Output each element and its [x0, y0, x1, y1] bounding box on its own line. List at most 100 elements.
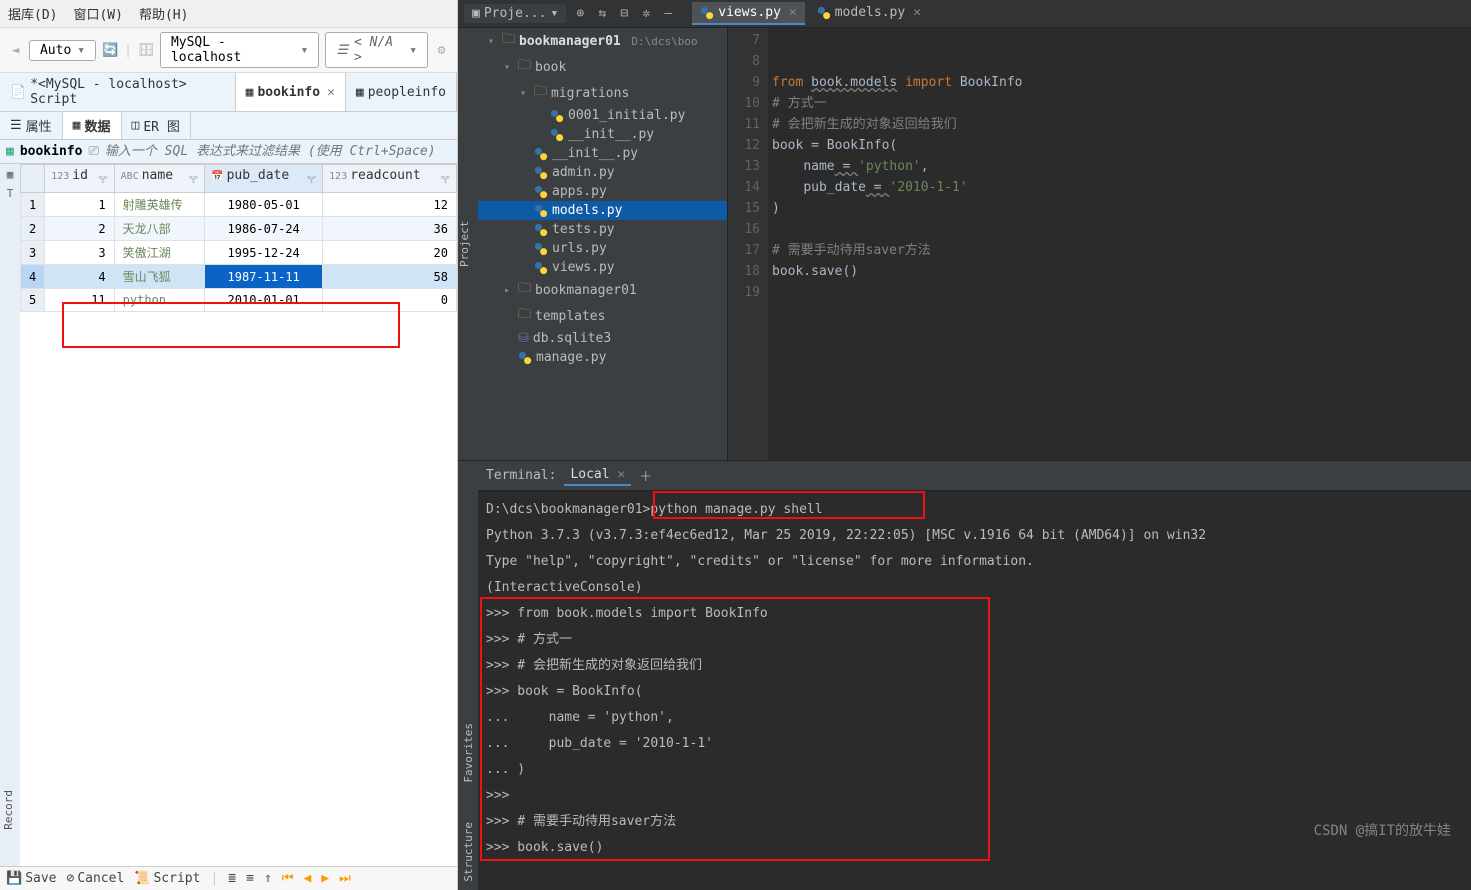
save-button[interactable]: 💾 Save: [6, 871, 57, 886]
menu-help[interactable]: 帮助(H): [139, 4, 188, 23]
code-editor[interactable]: 78910111213141516171819 from book.models…: [728, 28, 1471, 460]
table-row[interactable]: 22天龙八部1986-07-2436: [21, 217, 457, 241]
next-icon[interactable]: ▶: [321, 871, 329, 886]
tree-node[interactable]: apps.py: [478, 182, 727, 201]
project-dropdown[interactable]: ▣ Proje... ▾: [464, 4, 566, 23]
tab-peopleinfo[interactable]: ▦peopleinfo: [346, 73, 457, 111]
terminal-tab-local[interactable]: Local ✕: [564, 465, 631, 486]
data-table[interactable]: 123id🝖 ABCname🝖 📅pub_date🝖 123readcount🝖…: [20, 164, 457, 312]
cell-readcount[interactable]: 0: [323, 289, 457, 312]
cell-id[interactable]: 11: [45, 289, 114, 312]
close-icon[interactable]: ✕: [909, 5, 921, 20]
minimize-icon[interactable]: —: [660, 6, 676, 22]
settings2-icon[interactable]: ⇆: [594, 6, 610, 22]
cell-pub_date[interactable]: 1995-12-24: [205, 241, 323, 265]
cell-readcount[interactable]: 36: [323, 217, 457, 241]
project-side-tab[interactable]: Project: [458, 28, 478, 460]
tab-views[interactable]: views.py✕: [692, 2, 804, 25]
table-row[interactable]: 11射雕英雄传1980-05-0112: [21, 193, 457, 217]
tree-node[interactable]: ▾🗀migrations: [478, 80, 727, 106]
grid-mode-icon[interactable]: ▦: [7, 168, 14, 181]
cell-pub_date[interactable]: 1980-05-01: [205, 193, 323, 217]
ide-toolbar: ▣ Proje... ▾ ⊕ ⇆ ⊟ ✲ — views.py✕ models.…: [458, 0, 1471, 28]
cell-name[interactable]: python: [114, 289, 204, 312]
script-button[interactable]: 📜 Script: [134, 871, 200, 886]
terminal[interactable]: Terminal: Local ✕ ＋ D:\dcs\bookmanager01…: [478, 461, 1471, 890]
cell-id[interactable]: 2: [45, 217, 114, 241]
gear-icon[interactable]: ✲: [638, 6, 654, 22]
cell-id[interactable]: 4: [45, 265, 114, 289]
refresh-icon[interactable]: 🔄: [102, 42, 118, 58]
tree-node[interactable]: urls.py: [478, 239, 727, 258]
terminal-panel: Favorites Structure Terminal: Local ✕ ＋ …: [458, 460, 1471, 890]
nav-prev-icon[interactable]: ≡: [246, 871, 254, 886]
nav-up-icon[interactable]: ⇑: [264, 871, 272, 886]
tree-node[interactable]: 🗀templates: [478, 303, 727, 329]
cell-name[interactable]: 天龙八部: [114, 217, 204, 241]
cell-pub_date[interactable]: 1986-07-24: [205, 217, 323, 241]
tree-node[interactable]: views.py: [478, 258, 727, 277]
line-gutter: 78910111213141516171819: [728, 28, 768, 460]
auto-combo[interactable]: Auto▾: [29, 40, 96, 61]
cell-name[interactable]: 笑傲江湖: [114, 241, 204, 265]
cell-id[interactable]: 1: [45, 193, 114, 217]
prev-icon[interactable]: ◀: [303, 871, 311, 886]
table-row[interactable]: 33笑傲江湖1995-12-2420: [21, 241, 457, 265]
cell-pub_date[interactable]: 1987-11-11: [205, 265, 323, 289]
subtab-er[interactable]: ◫ER 图: [122, 112, 191, 139]
subtab-props[interactable]: ☰属性: [0, 112, 63, 139]
col-id[interactable]: 123id🝖: [45, 165, 114, 193]
back-icon[interactable]: ◄: [8, 42, 23, 58]
add-terminal-icon[interactable]: ＋: [639, 466, 652, 485]
tab-bookinfo[interactable]: ▦bookinfo✕: [236, 73, 346, 111]
tree-node[interactable]: models.py: [478, 201, 727, 220]
col-readcount[interactable]: 123readcount🝖: [323, 165, 457, 193]
connection-combo[interactable]: MySQL - localhost▾: [160, 32, 319, 68]
tree-node[interactable]: admin.py: [478, 163, 727, 182]
subtab-data[interactable]: ▦数据: [63, 112, 122, 139]
tree-node[interactable]: ▾🗀bookmanager01 D:\dcs\boo: [478, 28, 727, 54]
tree-node[interactable]: __init__.py: [478, 125, 727, 144]
menu-database[interactable]: 据库(D): [8, 4, 57, 23]
last-icon[interactable]: ⏭: [339, 871, 351, 886]
close-icon[interactable]: ✕: [617, 467, 625, 482]
table-row[interactable]: 511python2010-01-010: [21, 289, 457, 312]
data-grid[interactable]: ▦ T 123id🝖 ABCname🝖 📅pub_date🝖 123readco…: [0, 164, 457, 866]
cell-name[interactable]: 雪山飞狐: [114, 265, 204, 289]
cell-id[interactable]: 3: [45, 241, 114, 265]
tree-node[interactable]: manage.py: [478, 348, 727, 367]
tree-node[interactable]: __init__.py: [478, 144, 727, 163]
close-icon[interactable]: ✕: [785, 5, 797, 20]
menu-window[interactable]: 窗口(W): [73, 4, 122, 23]
favorites-tab[interactable]: Favorites: [462, 723, 475, 783]
cancel-button[interactable]: ⊘ Cancel: [67, 871, 125, 886]
target-icon[interactable]: ⊕: [572, 6, 588, 22]
tree-node[interactable]: ▸🗀bookmanager01: [478, 277, 727, 303]
sql-filter-input[interactable]: [105, 144, 451, 159]
col-pubdate[interactable]: 📅pub_date🝖: [205, 165, 323, 193]
col-name[interactable]: ABCname🝖: [114, 165, 204, 193]
cell-readcount[interactable]: 58: [323, 265, 457, 289]
tree-node[interactable]: ⛁db.sqlite3: [478, 329, 727, 348]
collapse-icon[interactable]: ⊟: [616, 6, 632, 22]
cell-readcount[interactable]: 12: [323, 193, 457, 217]
first-icon[interactable]: ⏮: [282, 871, 294, 886]
settings-icon[interactable]: ⚙: [434, 42, 449, 58]
na-combo[interactable]: ☰< N/A >▾: [325, 32, 428, 68]
close-icon[interactable]: ✕: [324, 85, 335, 100]
filter-toggle-icon[interactable]: ⎚: [88, 144, 98, 159]
cell-name[interactable]: 射雕英雄传: [114, 193, 204, 217]
tree-node[interactable]: 0001_initial.py: [478, 106, 727, 125]
tree-node[interactable]: ▾🗀book: [478, 54, 727, 80]
tab-script[interactable]: 📄*<MySQL - localhost> Script: [0, 73, 236, 111]
nav-first-icon[interactable]: ≣: [228, 871, 236, 886]
table-row[interactable]: 44雪山飞狐1987-11-1158: [21, 265, 457, 289]
cell-pub_date[interactable]: 2010-01-01: [205, 289, 323, 312]
cell-readcount[interactable]: 20: [323, 241, 457, 265]
project-tree[interactable]: ▾🗀bookmanager01 D:\dcs\boo▾🗀book▾🗀migrat…: [478, 28, 728, 460]
tab-models[interactable]: models.py✕: [809, 2, 929, 25]
code-area[interactable]: from book.models import BookInfo # 方式一 #…: [768, 28, 1471, 460]
tree-node[interactable]: tests.py: [478, 220, 727, 239]
structure-tab[interactable]: Structure: [462, 822, 475, 882]
text-mode-icon[interactable]: T: [7, 187, 14, 200]
